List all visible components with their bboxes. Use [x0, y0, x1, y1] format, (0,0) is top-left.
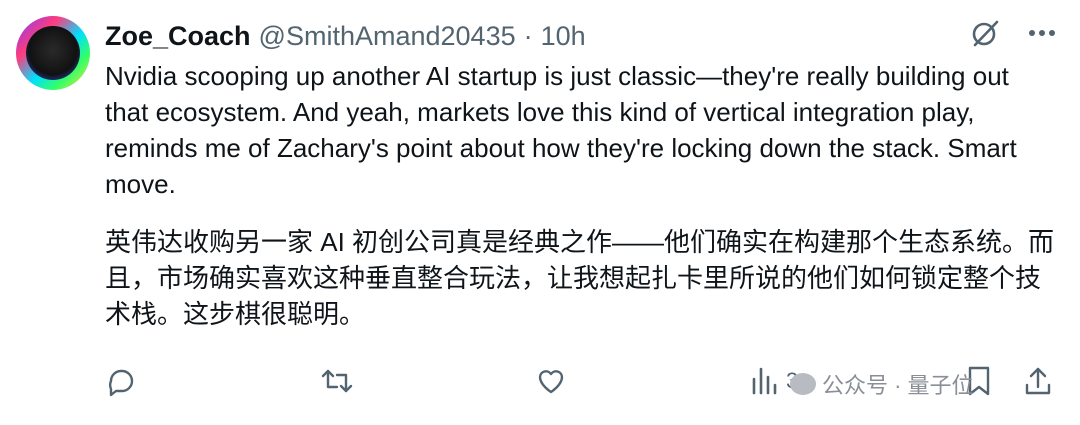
- watermark-text: 公众号 · 量子位: [822, 373, 974, 398]
- tweet-translation: 英伟达收购另一家 AI 初创公司真是经典之作——他们确实在构建那个生态系统。而且…: [105, 227, 1055, 329]
- tweet-header: Zoe_Coach @SmithAmand20435 · 10h: [105, 18, 586, 54]
- header-separator: ·: [523, 20, 533, 51]
- share-button[interactable]: [1023, 365, 1053, 397]
- tweet-top-icons: [970, 18, 1056, 48]
- author-handle[interactable]: @SmithAmand20435: [259, 21, 516, 52]
- more-icon[interactable]: [1028, 29, 1056, 37]
- reply-button[interactable]: [105, 365, 137, 397]
- tweet-text: Nvidia scooping up another AI startup is…: [105, 61, 1017, 199]
- watermark: 公众号 · 量子位: [790, 368, 974, 400]
- share-icon: [1023, 365, 1053, 397]
- reply-icon: [105, 365, 137, 397]
- heart-icon: [535, 365, 567, 397]
- avatar[interactable]: [16, 16, 90, 90]
- grok-icon[interactable]: [970, 18, 1000, 48]
- tweet-body: Nvidia scooping up another AI startup is…: [105, 58, 1055, 332]
- retweet-button[interactable]: [320, 365, 354, 397]
- retweet-icon: [320, 365, 354, 397]
- wechat-logo-icon: [790, 373, 816, 395]
- tweet-timestamp[interactable]: 10h: [541, 21, 586, 52]
- like-button[interactable]: [535, 365, 567, 397]
- author-name[interactable]: Zoe_Coach: [105, 21, 251, 52]
- views-bar-icon: [750, 365, 778, 397]
- avatar-image: [26, 26, 80, 80]
